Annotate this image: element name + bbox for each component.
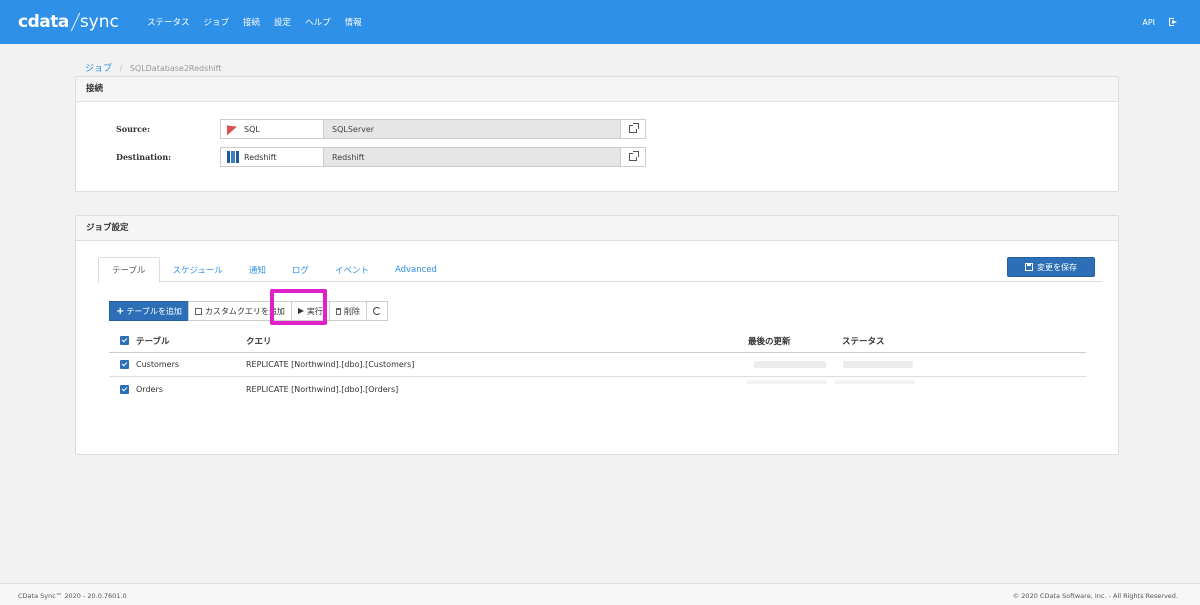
connection-panel-title: 接続 bbox=[76, 77, 1118, 102]
save-icon bbox=[1025, 263, 1033, 271]
nav-connections[interactable]: 接続 bbox=[243, 16, 260, 28]
destination-type: Redshift bbox=[221, 148, 324, 166]
destination-open-button[interactable] bbox=[621, 148, 645, 166]
tab-notifications[interactable]: 通知 bbox=[236, 257, 279, 282]
breadcrumb-current: SQLDatabase2Redshift bbox=[129, 64, 222, 73]
source-type-label: SQL bbox=[244, 124, 260, 134]
table-row[interactable]: Customers REPLICATE [Northwind].[dbo].[C… bbox=[109, 353, 1086, 377]
top-navbar: cdata sync ステータス ジョブ 接続 設定 ヘルプ 情報 API bbox=[0, 0, 1200, 44]
run-button[interactable]: 実行 bbox=[290, 301, 330, 321]
checkbox-checked-icon bbox=[120, 384, 129, 394]
tab-logs[interactable]: ログ bbox=[279, 257, 322, 282]
source-name: SQLServer bbox=[324, 120, 621, 138]
logout-icon[interactable] bbox=[1169, 18, 1178, 26]
footer-version: CData Sync™ 2020 - 20.0.7601.0 bbox=[18, 592, 127, 600]
source-connection-field: SQL SQLServer bbox=[220, 119, 646, 139]
redshift-icon bbox=[227, 151, 239, 163]
logo-slash bbox=[70, 12, 81, 32]
header-last-updated[interactable]: 最後の更新 bbox=[748, 329, 791, 352]
plus-icon: + bbox=[116, 305, 125, 317]
save-changes-button[interactable]: 変更を保存 bbox=[1007, 257, 1095, 277]
breadcrumb-separator: / bbox=[119, 64, 123, 73]
logo-text-sync: sync bbox=[79, 12, 119, 32]
row-table-name: Orders bbox=[136, 384, 163, 394]
add-custom-query-label: カスタムクエリを追加 bbox=[204, 306, 285, 316]
destination-connection-field: Redshift Redshift bbox=[220, 147, 646, 167]
edit-icon bbox=[194, 307, 202, 315]
tab-advanced[interactable]: Advanced bbox=[382, 257, 450, 282]
breadcrumb-jobs-link[interactable]: ジョブ bbox=[85, 64, 112, 74]
breadcrumb: ジョブ / SQLDatabase2Redshift bbox=[85, 61, 221, 74]
select-all-checkbox[interactable] bbox=[120, 329, 129, 352]
table-header-row: テーブル クエリ 最後の更新 ステータス bbox=[109, 329, 1086, 353]
main-nav: ステータス ジョブ 接続 設定 ヘルプ 情報 bbox=[147, 0, 362, 44]
trash-icon bbox=[335, 307, 341, 315]
cdata-sync-logo[interactable]: cdata sync bbox=[18, 10, 119, 34]
refresh-button[interactable] bbox=[365, 301, 388, 321]
blurred-last-updated bbox=[747, 380, 827, 384]
header-status[interactable]: ステータス bbox=[842, 329, 885, 352]
external-link-icon bbox=[629, 151, 639, 161]
run-label: 実行 bbox=[306, 306, 323, 316]
source-type: SQL bbox=[221, 120, 324, 138]
nav-right: API bbox=[1142, 0, 1178, 44]
destination-type-label: Redshift bbox=[244, 152, 277, 162]
table-toolbar: + テーブルを追加 カスタムクエリを追加 実行 削除 bbox=[109, 301, 388, 321]
destination-label: Destination: bbox=[116, 152, 172, 162]
header-table[interactable]: テーブル bbox=[136, 329, 170, 352]
tab-schedule[interactable]: スケジュール bbox=[160, 257, 236, 282]
job-settings-tabs: テーブル スケジュール 通知 ログ イベント Advanced bbox=[98, 257, 1102, 283]
tables-grid: テーブル クエリ 最後の更新 ステータス Customers REPLICATE… bbox=[109, 329, 1086, 401]
destination-row: Destination: Redshift Redshift bbox=[76, 147, 1118, 167]
refresh-icon bbox=[372, 307, 381, 315]
delete-label: 削除 bbox=[343, 306, 360, 316]
nav-jobs[interactable]: ジョブ bbox=[204, 16, 230, 28]
external-link-icon bbox=[629, 123, 639, 133]
row-query: REPLICATE [Northwind].[dbo].[Customers] bbox=[246, 360, 415, 369]
add-custom-query-button[interactable]: カスタムクエリを追加 bbox=[187, 301, 292, 321]
play-icon bbox=[297, 308, 304, 314]
row-table-name: Customers bbox=[136, 360, 180, 369]
blurred-status bbox=[843, 361, 913, 368]
row-query: REPLICATE [Northwind].[dbo].[Orders] bbox=[246, 384, 399, 394]
add-table-button[interactable]: + テーブルを追加 bbox=[109, 301, 189, 321]
add-table-label: テーブルを追加 bbox=[126, 306, 182, 316]
checkbox-checked-icon bbox=[120, 360, 129, 369]
tab-tables[interactable]: テーブル bbox=[98, 257, 160, 283]
source-label: Source: bbox=[116, 124, 151, 134]
job-settings-panel: ジョブ設定 テーブル スケジュール 通知 ログ イベント Advanced 変更… bbox=[75, 215, 1119, 455]
nav-status[interactable]: ステータス bbox=[147, 16, 190, 28]
checkbox-checked-icon bbox=[120, 336, 129, 345]
nav-api[interactable]: API bbox=[1142, 18, 1155, 27]
blurred-status bbox=[835, 380, 915, 384]
source-row: Source: SQL SQLServer bbox=[76, 119, 1118, 139]
connection-panel: 接続 Source: SQL SQLServer Destination: Re… bbox=[75, 76, 1119, 192]
blurred-last-updated bbox=[754, 361, 826, 368]
source-open-button[interactable] bbox=[621, 120, 645, 138]
footer-copyright: © 2020 CData Software, Inc. - All Rights… bbox=[1012, 592, 1178, 600]
logo-text-cdata: cdata bbox=[18, 12, 69, 32]
table-row[interactable]: Orders REPLICATE [Northwind].[dbo].[Orde… bbox=[109, 377, 1086, 401]
sql-server-icon bbox=[227, 124, 239, 134]
save-changes-label: 変更を保存 bbox=[1037, 262, 1077, 272]
delete-button[interactable]: 削除 bbox=[328, 301, 367, 321]
nav-help[interactable]: ヘルプ bbox=[305, 16, 331, 28]
footer: CData Sync™ 2020 - 20.0.7601.0 © 2020 CD… bbox=[0, 583, 1200, 605]
tab-events[interactable]: イベント bbox=[322, 257, 382, 282]
destination-name: Redshift bbox=[324, 148, 621, 166]
row-checkbox[interactable] bbox=[120, 377, 129, 401]
header-query[interactable]: クエリ bbox=[246, 329, 272, 352]
row-checkbox[interactable] bbox=[120, 353, 129, 376]
nav-info[interactable]: 情報 bbox=[345, 16, 362, 28]
nav-settings[interactable]: 設定 bbox=[274, 16, 291, 28]
job-settings-title: ジョブ設定 bbox=[76, 216, 1118, 241]
